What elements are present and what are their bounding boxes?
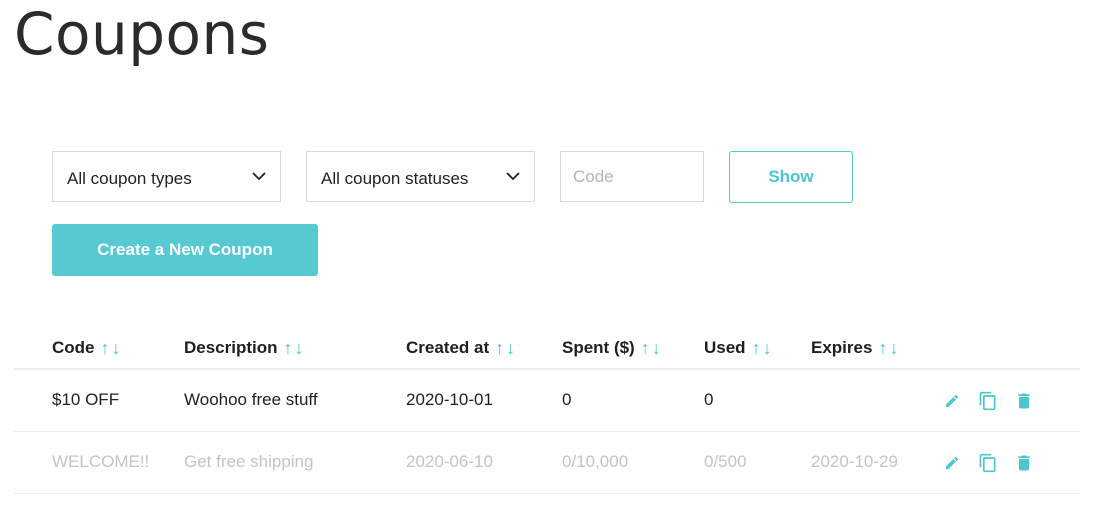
sort-ascending-icon[interactable]: ↑ [284, 339, 293, 357]
sort-control[interactable]: ↑ ↓ [641, 339, 663, 357]
sort-descending-icon[interactable]: ↓ [506, 339, 515, 357]
column-header-label: Spent ($) [562, 338, 635, 357]
column-header-label: Description [184, 338, 278, 357]
sort-control[interactable]: ↑ ↓ [495, 339, 517, 357]
duplicate-button[interactable] [978, 453, 998, 473]
coupons-table: Code ↑ ↓ Description ↑ ↓ Created at ↑ ↓ Spent ($)… [14, 326, 1080, 494]
copy-icon [978, 453, 998, 473]
edit-button[interactable] [942, 391, 962, 411]
cell-spent: 0/10,000 [562, 452, 629, 471]
cell-description: Get free shipping [184, 452, 314, 471]
page-title: Coupons [14, 0, 270, 68]
show-button[interactable]: Show [729, 151, 853, 203]
duplicate-button[interactable] [978, 391, 998, 411]
delete-button[interactable] [1014, 391, 1034, 411]
sort-control[interactable]: ↑ ↓ [284, 339, 306, 357]
create-coupon-button[interactable]: Create a New Coupon [52, 224, 318, 276]
sort-descending-icon[interactable]: ↓ [652, 339, 661, 357]
chevron-down-icon [506, 170, 520, 184]
cell-used: 0 [704, 390, 714, 409]
column-header-code: Code ↑ ↓ [52, 338, 123, 358]
row-actions [942, 453, 1050, 473]
cell-spent: 0 [562, 390, 572, 409]
table-row: WELCOME!! Get free shipping 2020-06-10 0/10… [14, 432, 1080, 494]
coupon-status-select-value: All coupon statuses [321, 168, 469, 188]
trash-icon [1014, 391, 1034, 411]
delete-button[interactable] [1014, 453, 1034, 473]
column-header-spent: Spent ($) ↑ ↓ [562, 338, 663, 358]
column-header-used: Used ↑ ↓ [704, 338, 774, 358]
coupon-type-select[interactable]: All coupon types [52, 151, 281, 202]
sort-ascending-icon[interactable]: ↑ [641, 339, 650, 357]
sort-control[interactable]: ↑ ↓ [101, 339, 123, 357]
cell-expires: 2020-10-29 [811, 452, 898, 471]
table-row: $10 OFF Woohoo free stuff 2020-10-01 0 0 [14, 370, 1080, 432]
sort-control[interactable]: ↑ ↓ [752, 339, 774, 357]
sort-ascending-icon[interactable]: ↑ [101, 339, 110, 357]
column-header-label: Expires [811, 338, 873, 357]
cell-used: 0/500 [704, 452, 747, 471]
sort-control[interactable]: ↑ ↓ [878, 339, 900, 357]
column-header-expires: Expires ↑ ↓ [811, 338, 900, 358]
sort-descending-icon[interactable]: ↓ [295, 339, 304, 357]
coupon-type-select-value: All coupon types [67, 168, 192, 188]
cell-description: Woohoo free stuff [184, 390, 318, 409]
pencil-icon [944, 393, 960, 409]
column-header-label: Used [704, 338, 746, 357]
edit-button[interactable] [942, 453, 962, 473]
coupon-status-select[interactable]: All coupon statuses [306, 151, 535, 202]
sort-ascending-icon[interactable]: ↑ [752, 339, 761, 357]
column-header-created-at: Created at ↑ ↓ [406, 338, 517, 358]
column-header-description: Description ↑ ↓ [184, 338, 306, 358]
table-header: Code ↑ ↓ Description ↑ ↓ Created at ↑ ↓ Spent ($)… [14, 326, 1080, 370]
cell-code: $10 OFF [52, 390, 120, 409]
column-header-label: Code [52, 338, 95, 357]
pencil-icon [944, 455, 960, 471]
cell-created-at: 2020-06-10 [406, 452, 493, 471]
sort-ascending-icon[interactable]: ↑ [495, 339, 504, 357]
code-search-input[interactable] [560, 151, 704, 202]
cell-created-at: 2020-10-01 [406, 390, 493, 409]
trash-icon [1014, 453, 1034, 473]
sort-descending-icon[interactable]: ↓ [889, 339, 898, 357]
copy-icon [978, 391, 998, 411]
sort-descending-icon[interactable]: ↓ [112, 339, 121, 357]
sort-descending-icon[interactable]: ↓ [763, 339, 772, 357]
table-body: $10 OFF Woohoo free stuff 2020-10-01 0 0 WELC… [14, 370, 1080, 494]
column-header-label: Created at [406, 338, 490, 357]
cell-code: WELCOME!! [52, 452, 150, 471]
row-actions [942, 391, 1050, 411]
sort-ascending-icon[interactable]: ↑ [878, 339, 887, 357]
chevron-down-icon [252, 170, 266, 184]
